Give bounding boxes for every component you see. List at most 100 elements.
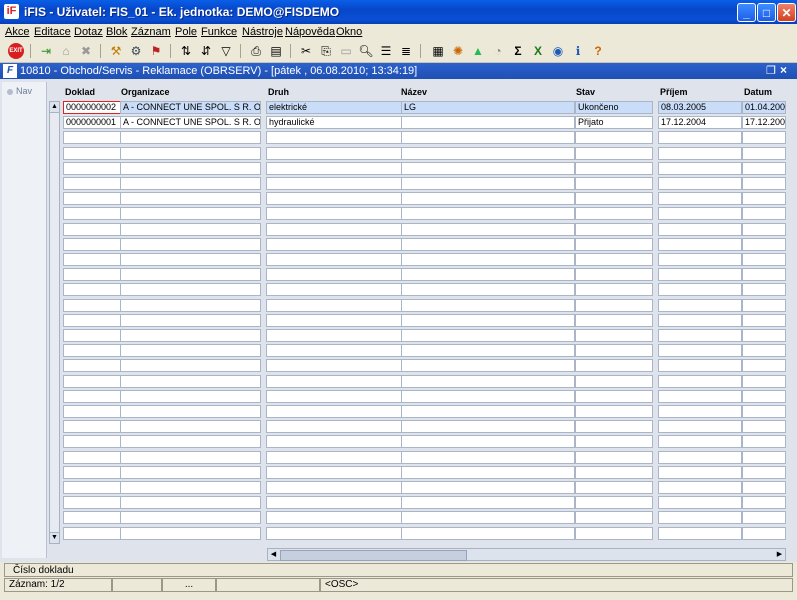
cell-doklad[interactable] [63,314,121,327]
cell-druh[interactable] [266,299,402,312]
list-detail-icon[interactable]: ≣ [398,43,414,59]
cell-prijem[interactable] [658,420,742,433]
clear-icon[interactable]: ✖ [78,43,94,59]
menu-dotaz[interactable]: Dotaz [74,26,103,38]
cell-prijem[interactable] [658,177,742,190]
cell-nazev[interactable] [401,283,575,296]
scrollbar-thumb[interactable] [280,550,467,561]
horizontal-scrollbar[interactable]: ◀ ▶ [267,548,786,561]
cell-nazev[interactable] [401,527,575,540]
cell-prijem[interactable] [658,375,742,388]
cell-prijem[interactable] [658,451,742,464]
cell-nazev[interactable] [401,451,575,464]
cell-druh[interactable] [266,496,402,509]
cell-prijem[interactable] [658,314,742,327]
cell-nazev[interactable] [401,314,575,327]
cell-stav[interactable] [575,344,653,357]
cell-nazev[interactable] [401,435,575,448]
cell-datum[interactable]: 01.04.2005 [742,101,786,114]
cell-stav[interactable] [575,435,653,448]
cell-nazev[interactable] [401,420,575,433]
export-icon[interactable]: ▤ [268,43,284,59]
cell-stav[interactable] [575,299,653,312]
cell-organizace[interactable] [120,314,261,327]
cell-stav[interactable] [575,283,653,296]
cell-organizace[interactable] [120,390,261,403]
paste-icon[interactable]: ▭ [338,43,354,59]
cell-doklad[interactable] [63,496,121,509]
cell-druh[interactable] [266,131,402,144]
cell-nazev[interactable] [401,162,575,175]
cell-prijem[interactable] [658,131,742,144]
save-icon[interactable]: ⇥ [38,43,54,59]
cell-organizace[interactable] [120,405,261,418]
cell-prijem[interactable] [658,268,742,281]
cell-nazev[interactable] [401,481,575,494]
cell-doklad[interactable] [63,527,121,540]
cell-druh[interactable] [266,314,402,327]
cell-druh[interactable] [266,147,402,160]
cell-doklad[interactable] [63,223,121,236]
cell-prijem[interactable] [658,299,742,312]
info-icon[interactable]: ℹ [570,43,586,59]
cell-datum[interactable] [742,253,786,266]
cell-nazev[interactable] [401,496,575,509]
cell-organizace[interactable] [120,192,261,205]
cell-datum[interactable] [742,527,786,540]
cell-prijem[interactable] [658,223,742,236]
cell-doklad[interactable] [63,481,121,494]
cell-datum[interactable] [742,390,786,403]
cell-organizace[interactable]: A - CONNECT UNE SPOL. S R. O. [120,116,261,129]
close-button[interactable]: ✕ [777,3,796,22]
cell-druh[interactable] [266,223,402,236]
cell-prijem[interactable] [658,481,742,494]
cell-doklad[interactable] [63,131,121,144]
cell-datum[interactable] [742,283,786,296]
cell-nazev[interactable] [401,329,575,342]
cell-organizace[interactable] [120,162,261,175]
cell-prijem[interactable] [658,147,742,160]
cell-stav[interactable] [575,375,653,388]
cell-datum[interactable] [742,435,786,448]
cell-datum[interactable] [742,511,786,524]
cell-stav[interactable] [575,177,653,190]
cell-doklad[interactable] [63,405,121,418]
print-preview-icon[interactable]: ⌂ [58,43,74,59]
cell-doklad[interactable] [63,177,121,190]
cell-datum[interactable] [742,359,786,372]
cell-nazev[interactable] [401,405,575,418]
cell-prijem[interactable] [658,162,742,175]
cell-druh[interactable] [266,405,402,418]
cell-organizace[interactable] [120,147,261,160]
column-header-prijem[interactable]: Příjem [660,87,688,97]
cell-datum[interactable]: 17.12.2004 [742,116,786,129]
menu-okno[interactable]: Okno [336,26,362,38]
cell-prijem[interactable]: 08.03.2005 [658,101,742,114]
cell-organizace[interactable] [120,344,261,357]
cell-prijem[interactable]: 17.12.2004 [658,116,742,129]
cell-organizace[interactable] [120,223,261,236]
cell-stav[interactable] [575,131,653,144]
cell-stav[interactable]: Ukončeno [575,101,653,114]
cell-organizace[interactable] [120,466,261,479]
cell-datum[interactable] [742,329,786,342]
cell-doklad[interactable] [63,147,121,160]
cell-organizace[interactable] [120,207,261,220]
column-header-organizace[interactable]: Organizace [121,87,170,97]
cell-nazev[interactable] [401,299,575,312]
cell-datum[interactable] [742,238,786,251]
cell-stav[interactable] [575,466,653,479]
vertical-scrollbar[interactable]: ▲ ▼ [49,101,60,544]
cell-organizace[interactable] [120,435,261,448]
cell-prijem[interactable] [658,390,742,403]
cell-organizace[interactable] [120,299,261,312]
cell-nazev[interactable] [401,177,575,190]
cell-nazev[interactable] [401,466,575,479]
cell-organizace[interactable] [120,481,261,494]
scroll-right-icon[interactable]: ▶ [774,549,785,560]
menu-zaznam[interactable]: Záznam [131,26,171,38]
cell-nazev[interactable] [401,344,575,357]
cell-stav[interactable] [575,192,653,205]
cell-datum[interactable] [742,147,786,160]
scroll-down-icon[interactable]: ▼ [50,532,59,543]
